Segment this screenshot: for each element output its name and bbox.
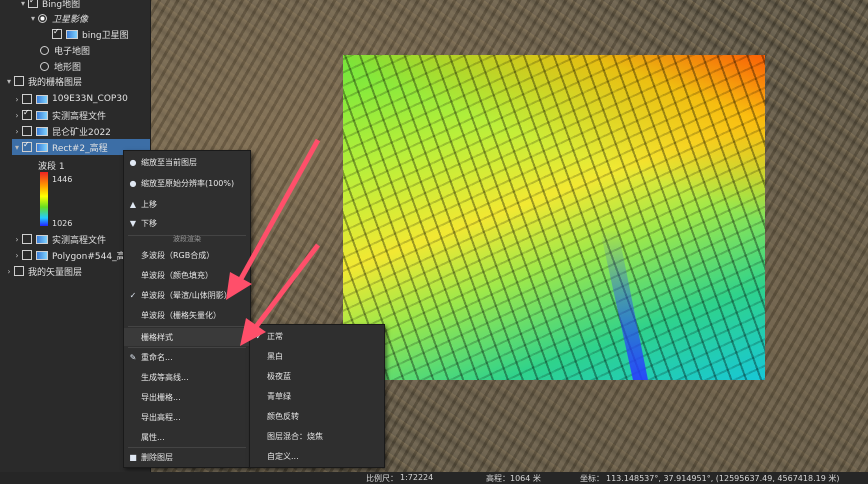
coordinate-value: 113.148537°, 37.914951°, (12595637.49, 4… [606, 474, 840, 483]
scale-value[interactable]: 1:72224 [400, 473, 433, 482]
app-window: ▾ Bing地图 ▾ 卫星影像 bing卫星图 电子地图 地形图 ▾ 我的栅格图… [0, 0, 868, 484]
scale-label: 比例尺： [366, 474, 398, 483]
coordinate-label: 坐标： [580, 474, 604, 483]
annotation-arrow [226, 138, 321, 300]
elevation-label: 高程： [486, 474, 510, 483]
elevation-value: 1064 米 [510, 474, 541, 483]
annotation-arrows [226, 138, 321, 346]
status-bar: 比例尺： 1:72224 高程： 1064 米 坐标： 113.148537°,… [0, 472, 868, 484]
